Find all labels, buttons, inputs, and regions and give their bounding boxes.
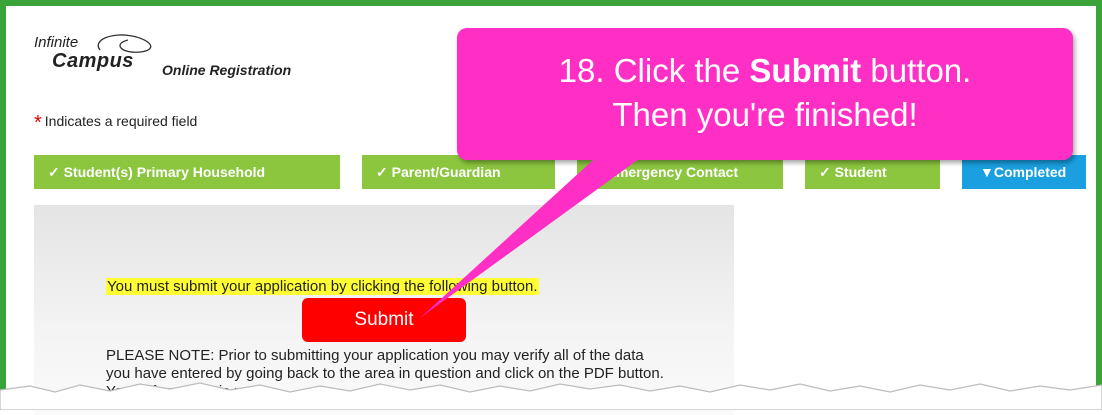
callout-pointer-arrow — [420, 140, 665, 318]
torn-edge — [0, 382, 1102, 410]
callout-pointer — [420, 140, 665, 318]
